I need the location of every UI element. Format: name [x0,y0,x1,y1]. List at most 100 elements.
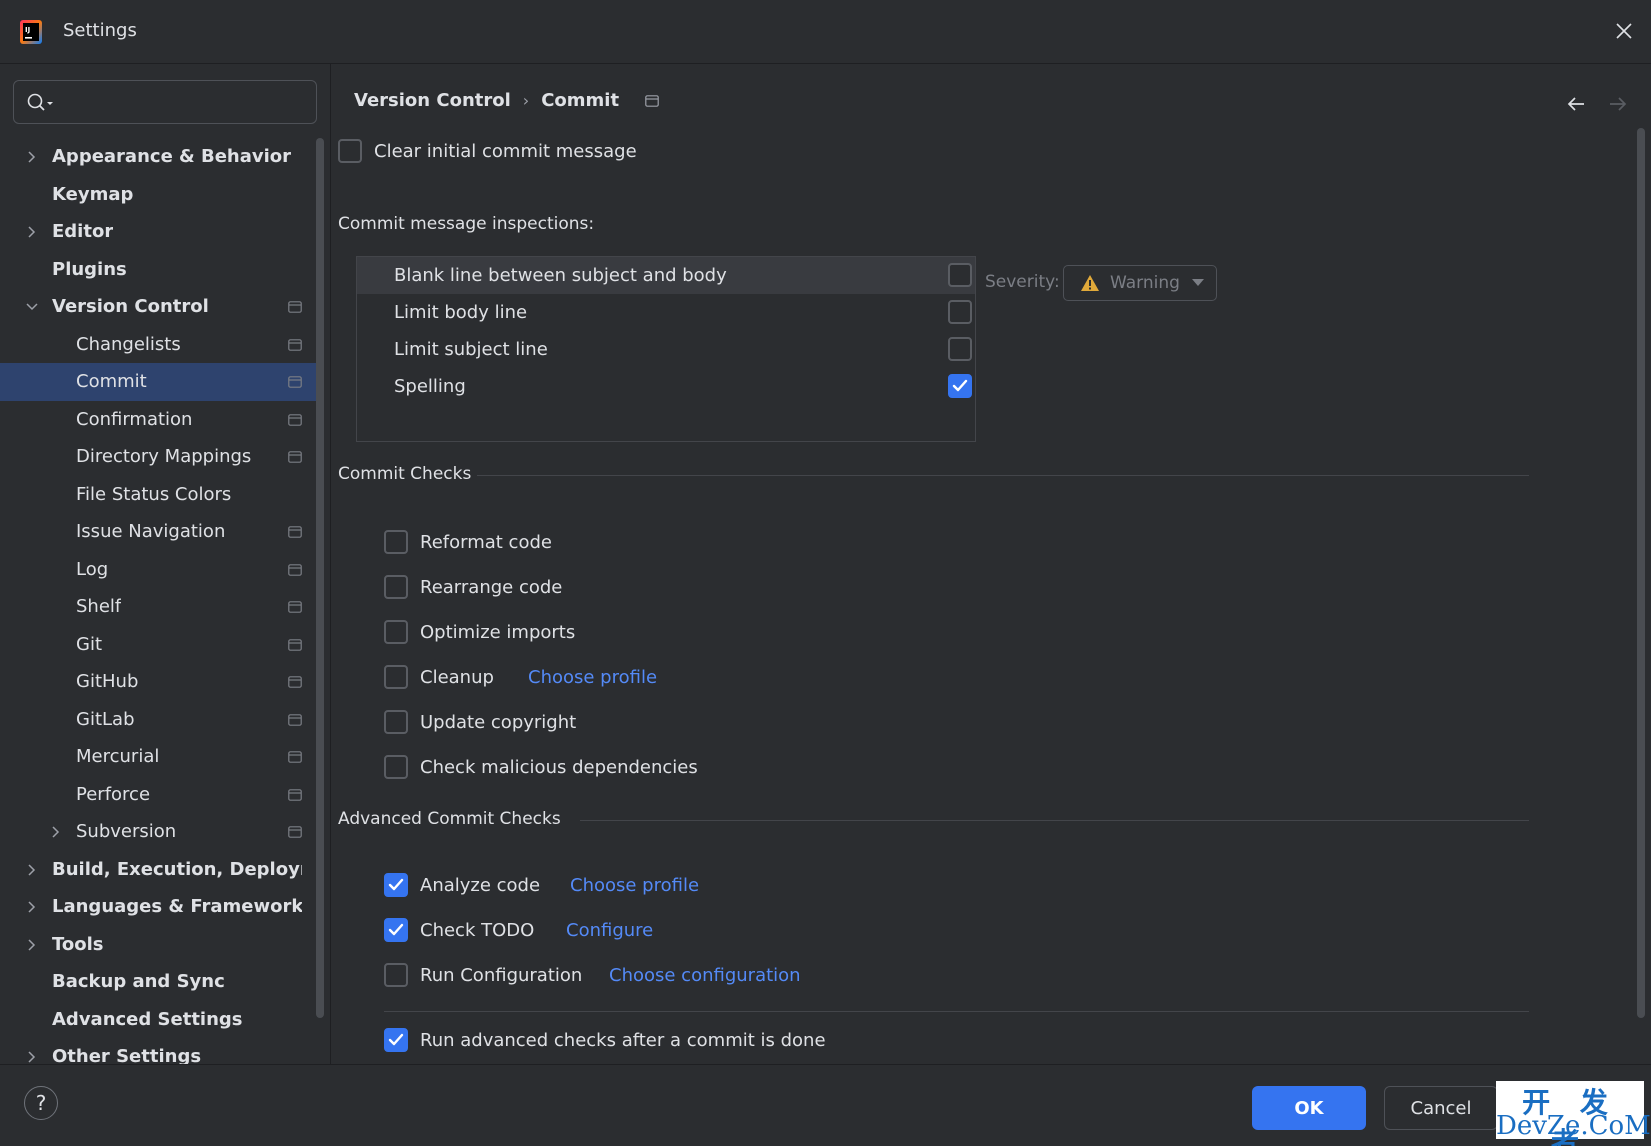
project-level-icon [288,563,302,576]
sidebar-item-editor[interactable]: Editor [0,213,316,251]
analyze-code-choose-profile-link[interactable]: Choose profile [570,875,699,896]
project-level-icon [288,676,302,688]
chevron-right-icon[interactable] [25,1050,39,1064]
sidebar-item-perforce[interactable]: Perforce [0,776,316,814]
inspection-row-blank-line-between-subject-and-body[interactable]: Blank line between subject and body [357,257,975,294]
close-icon[interactable] [1611,18,1637,44]
sidebar-item-version-control[interactable]: Version Control [0,288,316,326]
sidebar-item-mercurial[interactable]: Mercurial [0,738,316,776]
clear-initial-commit-checkbox[interactable] [338,139,362,163]
optimize-imports-checkbox[interactable] [384,620,408,644]
sidebar-item-directory-mappings[interactable]: Directory Mappings [0,438,316,476]
inspection-row-limit-subject-line[interactable]: Limit subject line [357,331,975,368]
sidebar-item-appearance-and-behavior[interactable]: Appearance & Behavior [0,138,316,176]
cancel-button[interactable]: Cancel [1384,1086,1498,1130]
chevron-right-icon[interactable] [25,938,39,952]
watermark-logo: 开 发 者 DevZe.CoM [1496,1081,1651,1146]
analyze-code-checkbox[interactable] [384,873,408,897]
inspection-checkbox[interactable] [948,337,972,361]
chevron-right-icon[interactable] [49,825,63,839]
sidebar-item-tools[interactable]: Tools [0,926,316,964]
back-arrow-icon[interactable] [1564,92,1588,116]
sidebar-item-build-execution-deployment[interactable]: Build, Execution, Deployment [0,851,316,889]
sidebar-item-shelf[interactable]: Shelf [0,588,316,626]
dialog-footer: ? OK Cancel 开 发 者 DevZe.CoM [0,1064,1651,1146]
cleanup-checkbox[interactable] [384,665,408,689]
sidebar-item-label: GitHub [76,671,139,693]
sidebar-item-label: Commit [76,371,147,393]
sidebar-item-subversion[interactable]: Subversion [0,813,316,851]
chevron-right-icon[interactable] [25,900,39,914]
sidebar-item-git[interactable]: Git [0,626,316,664]
project-level-icon [288,713,302,726]
search-box[interactable] [13,80,317,124]
project-level-icon [288,526,302,538]
forward-arrow-icon[interactable] [1606,92,1630,116]
sidebar-item-backup-and-sync[interactable]: Backup and Sync [0,963,316,1001]
commit-checks-divider [477,475,1529,476]
inspection-row-limit-body-line[interactable]: Limit body line [357,294,975,331]
sidebar-item-confirmation[interactable]: Confirmation [0,401,316,439]
chevron-right-icon[interactable] [25,863,39,877]
inspection-checkbox[interactable] [948,374,972,398]
search-icon[interactable] [26,92,56,114]
sidebar-item-label: GitLab [76,708,135,730]
run-configuration-checkbox[interactable] [384,963,408,987]
sidebar-item-label: File Status Colors [76,483,232,505]
rearrange-code-checkbox[interactable] [384,575,408,599]
chevron-right-icon[interactable] [25,225,39,239]
sidebar-item-label: Mercurial [76,746,160,768]
check-todo-checkbox[interactable] [384,918,408,942]
check-todo-label: Check TODO [420,920,535,941]
advanced-checks-title: Advanced Commit Checks [338,809,561,829]
inspection-checkbox[interactable] [948,263,972,287]
content-scrollbar[interactable] [1637,128,1645,1018]
sidebar-item-label: Appearance & Behavior [52,146,292,168]
cleanup-label: Cleanup [420,667,494,688]
cleanup-choose-profile-link[interactable]: Choose profile [528,667,657,688]
sidebar-item-log[interactable]: Log [0,551,316,589]
sidebar-item-commit[interactable]: Commit [0,363,316,401]
project-level-icon [288,638,302,651]
settings-tree: Appearance & Behavior Keymap Editor Plugins… [0,138,316,1076]
project-level-icon [288,376,302,388]
sidebar-scrollbar[interactable] [316,138,324,1018]
optimize-imports-label: Optimize imports [420,622,576,643]
check-todo-configure-link[interactable]: Configure [566,920,653,941]
sidebar-item-label: Keymap [52,183,134,205]
help-button[interactable]: ? [24,1086,58,1120]
after-commit-divider [384,1011,1529,1012]
title-bar: IJ Settings [0,0,1651,64]
ok-button[interactable]: OK [1252,1086,1366,1130]
search-input[interactable] [64,87,304,117]
inspection-label: Limit subject line [394,339,548,360]
sidebar-item-file-status-colors[interactable]: File Status Colors [0,476,316,514]
check-malicious-dependencies-checkbox[interactable] [384,755,408,779]
sidebar-item-label: Backup and Sync [52,971,225,993]
sidebar-item-label: Languages & Frameworks [52,896,302,918]
sidebar-item-changelists[interactable]: Changelists [0,326,316,364]
sidebar-item-languages-and-frameworks[interactable]: Languages & Frameworks [0,888,316,926]
reformat-code-checkbox[interactable] [384,530,408,554]
update-copyright-checkbox[interactable] [384,710,408,734]
run-configuration-choose-configuration-link[interactable]: Choose configuration [609,965,801,986]
sidebar-item-issue-navigation[interactable]: Issue Navigation [0,513,316,551]
inspection-checkbox[interactable] [948,300,972,324]
update-copyright-label: Update copyright [420,712,577,733]
commit-checks-title: Commit Checks [338,464,472,484]
sidebar-item-keymap[interactable]: Keymap [0,176,316,214]
chevron-right-icon[interactable] [25,150,39,164]
chevron-down-icon[interactable] [25,300,39,314]
inspection-row-spelling[interactable]: Spelling [357,368,975,405]
sidebar-item-github[interactable]: GitHub [0,663,316,701]
sidebar-item-label: Build, Execution, Deployment [52,858,302,880]
project-level-icon [288,301,302,313]
breadcrumb-parent[interactable]: Version Control [354,90,511,111]
sidebar-item-plugins[interactable]: Plugins [0,251,316,289]
run-after-commit-checkbox[interactable] [384,1028,408,1052]
sidebar-item-gitlab[interactable]: GitLab [0,701,316,739]
breadcrumb-separator: › [522,91,530,110]
sidebar-item-advanced-settings[interactable]: Advanced Settings [0,1001,316,1039]
window-title: Settings [63,20,137,41]
severity-dropdown[interactable]: Warning [1063,265,1217,301]
